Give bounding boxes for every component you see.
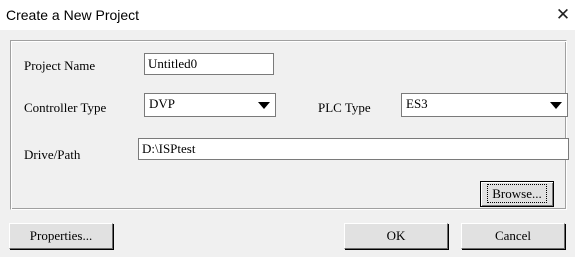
controller-type-select[interactable]: DVP [144,93,276,117]
plc-type-label: PLC Type [318,100,371,115]
controller-type-value: DVP [149,96,176,111]
ok-button[interactable]: OK [344,223,448,249]
window-title: Create a New Project [6,7,140,23]
project-name-input[interactable]: Untitled0 [144,53,274,75]
browse-button-label: Browse... [487,184,547,203]
browse-button[interactable]: Browse... [480,181,554,207]
dialog-body: Project Name Untitled0 Controller Type D… [0,30,575,257]
project-name-label: Project Name [24,58,96,73]
controller-type-label: Controller Type [24,100,107,115]
drive-path-label: Drive/Path [24,147,81,162]
close-icon[interactable]: ✕ [551,0,575,30]
plc-type-value: ES3 [406,96,428,111]
drive-path-input[interactable]: D:\ISPtest [138,138,569,160]
plc-type-select[interactable]: ES3 [401,93,568,117]
title-bar: Create a New Project ✕ [0,0,575,30]
chevron-down-icon[interactable] [547,94,565,116]
chevron-down-icon[interactable] [255,94,273,116]
properties-button[interactable]: Properties... [9,223,113,249]
cancel-button[interactable]: Cancel [461,223,565,249]
